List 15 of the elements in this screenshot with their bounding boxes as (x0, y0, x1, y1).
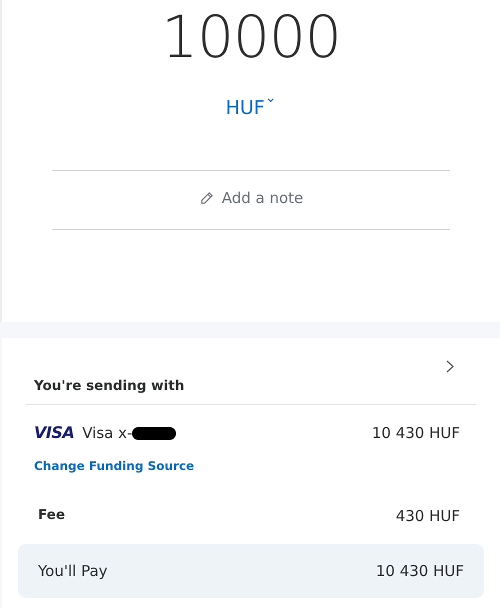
add-note-button[interactable]: Add a note (198, 187, 304, 210)
fee-value: 430 HUF (396, 506, 460, 528)
chevron-right-icon[interactable] (446, 360, 454, 373)
card-label: Visa x- (82, 423, 132, 444)
fee-label: Fee (38, 506, 65, 526)
redaction-mark (132, 426, 176, 440)
card-amount: 10 430 HUF (372, 423, 460, 444)
change-funding-link[interactable]: Change Funding Source (34, 459, 194, 474)
total-label: You'll Pay (38, 560, 108, 582)
amount-text: 10000 (160, 6, 342, 70)
pencil-icon (198, 191, 214, 206)
currency-dropdown[interactable]: HUF$^{⌄}$ (226, 94, 276, 122)
total-value: 10 430 HUF (376, 560, 464, 582)
section-heading: You're sending with (34, 377, 184, 396)
visa-logo: VISA (34, 422, 74, 444)
